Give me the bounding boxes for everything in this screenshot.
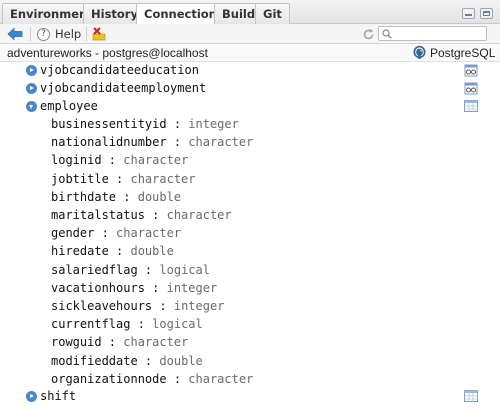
field-type: double: [159, 353, 203, 368]
connections-toolbar: ? Help: [0, 24, 500, 44]
field-name: loginid: [51, 153, 102, 168]
field-type: logical: [152, 317, 203, 332]
field-type: character: [123, 153, 189, 168]
expand-arrow-icon[interactable]: [26, 83, 37, 94]
field-name: maritalstatus: [51, 208, 145, 222]
field-row: sickleavehours : integer: [51, 299, 225, 313]
tree-row-view[interactable]: vjobcandidateemployment: [0, 80, 500, 98]
connection-title: adventureworks - postgres@localhost: [7, 46, 208, 60]
search-input-box[interactable]: [378, 26, 487, 41]
field-row: jobtitle : character: [51, 171, 196, 186]
field-name: businessentityid: [51, 117, 167, 131]
expand-arrow-icon[interactable]: [26, 65, 37, 76]
field-name: jobtitle: [51, 171, 109, 186]
field-name: salariedflag: [51, 262, 138, 277]
tree-row-table[interactable]: shift: [0, 388, 500, 406]
help-label: Help: [55, 27, 82, 41]
table-name: shift: [40, 389, 77, 403]
field-type: logical: [159, 262, 210, 277]
field-row: businessentityid : integer: [51, 117, 239, 131]
view-name: vjobcandidateemployment: [40, 81, 207, 95]
refresh-icon[interactable]: [362, 28, 375, 41]
field-row: vacationhours : integer: [51, 280, 218, 295]
field-row: birthdate : double: [51, 189, 182, 204]
table-name: employee: [40, 99, 98, 113]
maximize-pane-icon[interactable]: [480, 8, 493, 19]
toolbar-divider: [86, 27, 87, 41]
field-type: integer: [166, 280, 218, 295]
field-row: maritalstatus : character: [51, 208, 232, 222]
field-type: character: [188, 371, 254, 386]
field-row: rowguid : character: [51, 335, 189, 350]
field-type: double: [137, 189, 182, 204]
field-name: sickleavehours: [51, 299, 153, 313]
search-icon: [382, 29, 392, 39]
tree-row-table[interactable]: employee: [0, 98, 500, 116]
field-name: nationalidnumber: [51, 135, 167, 150]
view-name: vjobcandidateeducation: [40, 63, 199, 77]
back-arrow-icon[interactable]: [7, 27, 23, 41]
connection-object-tree: vjobcandidateeducation vjobcandidateempl…: [0, 62, 500, 409]
field-row: organizationnode : character: [51, 371, 254, 386]
field-name: rowguid: [51, 335, 102, 350]
field-type: character: [116, 226, 182, 241]
help-button[interactable]: ? Help: [37, 26, 81, 42]
expand-arrow-icon[interactable]: [26, 391, 37, 402]
field-type: integer: [188, 117, 239, 131]
field-row: gender : character: [51, 226, 182, 241]
tab-git[interactable]: Git: [255, 3, 290, 24]
field-type: character: [166, 208, 232, 222]
help-icon: ?: [37, 27, 50, 41]
field-row: salariedflag : logical: [51, 262, 210, 277]
search-input[interactable]: [395, 27, 483, 40]
table-data-icon[interactable]: [464, 390, 478, 402]
field-name: gender: [51, 226, 95, 241]
field-name: hiredate: [51, 244, 109, 259]
pane-tab-bar: Environment History Connections Build Gi…: [0, 0, 500, 25]
database-type-label: PostgreSQL: [430, 46, 496, 60]
toolbar-divider: [30, 27, 31, 41]
connection-header: adventureworks - postgres@localhost Post…: [0, 44, 500, 62]
collapse-arrow-icon[interactable]: [26, 101, 37, 112]
field-type: character: [130, 171, 196, 186]
field-name: currentflag: [51, 317, 131, 332]
field-row: modifieddate : double: [51, 353, 203, 368]
field-name: birthdate: [51, 189, 117, 204]
field-row: loginid : character: [51, 153, 189, 168]
field-row: currentflag : logical: [51, 317, 203, 332]
field-type: character: [123, 335, 189, 350]
postgresql-elephant-icon: [413, 45, 426, 59]
field-name: modifieddate: [51, 353, 138, 368]
field-row: nationalidnumber : character: [51, 135, 254, 150]
field-name: organizationnode: [51, 371, 167, 386]
table-data-icon[interactable]: [464, 100, 478, 112]
field-type: character: [188, 135, 254, 150]
field-type: double: [130, 244, 174, 259]
view-data-icon[interactable]: [464, 64, 478, 77]
disconnect-icon[interactable]: [92, 27, 107, 41]
field-name: vacationhours: [51, 280, 145, 295]
tree-row-view[interactable]: vjobcandidateeducation: [0, 62, 500, 80]
minimize-pane-icon[interactable]: [462, 8, 475, 19]
view-data-icon[interactable]: [464, 82, 478, 95]
field-type: integer: [173, 299, 225, 313]
field-row: hiredate : double: [51, 244, 174, 259]
